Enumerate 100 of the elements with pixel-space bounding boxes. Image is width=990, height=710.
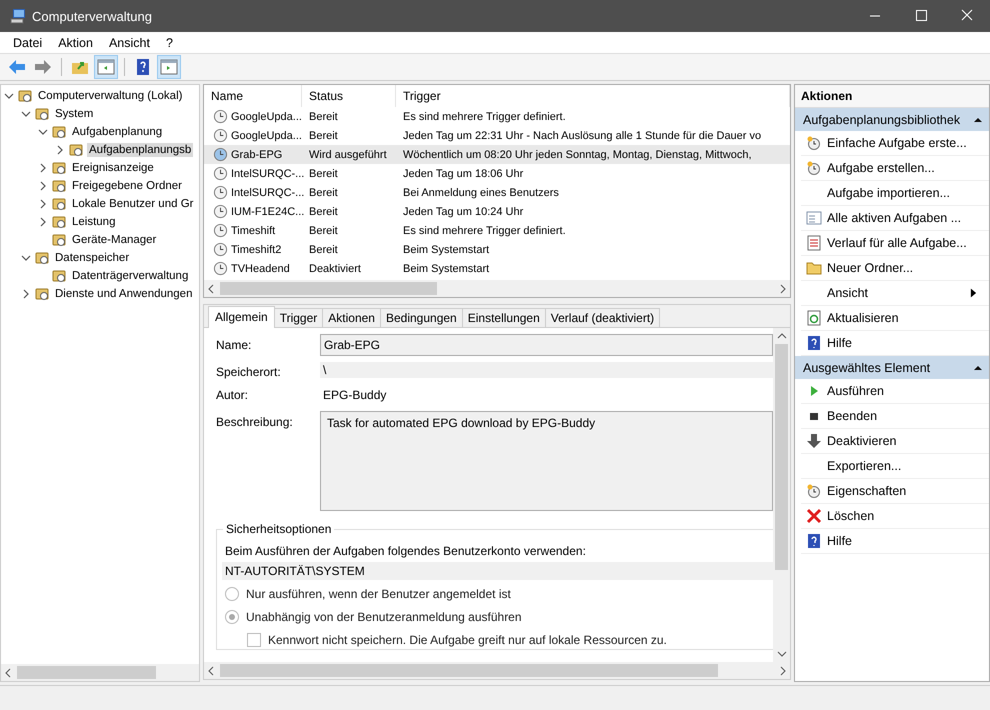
panel-toggle-icon[interactable] xyxy=(158,56,180,78)
panel-toggle-icon[interactable] xyxy=(95,56,117,78)
table-row[interactable]: Timeshift2 Bereit Beim Systemstart xyxy=(204,240,790,259)
clock-icon xyxy=(806,160,822,176)
expand-chevron-icon[interactable] xyxy=(4,91,14,101)
table-row[interactable]: IntelSURQC-... Bereit Jeden Tag um 18:06 Uhr xyxy=(204,164,790,183)
table-cell-text: Jeden Tag um 18:06 Uhr xyxy=(402,168,524,180)
action-link[interactable]: Ausführen xyxy=(827,384,884,398)
task-name: GoogleUpda... xyxy=(231,110,302,122)
expand-chevron-icon[interactable] xyxy=(55,145,65,155)
table-cell-text: Wird ausgeführt xyxy=(308,148,388,160)
tree-item[interactable]: Freigegebene Ordner xyxy=(70,179,184,193)
location-field: \ xyxy=(320,362,773,378)
radio-button[interactable] xyxy=(225,610,239,624)
node-icon xyxy=(17,88,33,104)
tree-item[interactable]: Ereignisanzeige xyxy=(70,161,156,175)
table-row[interactable]: Grab-EPG Wird ausgeführt Wöchentlich um 08:20 Uhr jeden Sonntag, Montag, Dienstag, Mittwoch, xyxy=(204,145,790,164)
table-row[interactable]: GoogleUpda... Bereit Es sind mehrere Trigger definiert. xyxy=(204,107,790,126)
action-link[interactable]: Einfache Aufgabe erste... xyxy=(827,136,967,150)
tree-item[interactable]: Dienste und Anwendungen xyxy=(53,287,194,301)
expand-chevron-icon[interactable] xyxy=(38,199,48,209)
tab[interactable]: Verlauf (deaktiviert) xyxy=(544,308,660,327)
tree-item[interactable]: Datenspeicher xyxy=(53,251,132,265)
node-icon xyxy=(34,106,50,122)
section-header[interactable]: Aufgabenplanungsbibliothek xyxy=(795,108,989,131)
column-header[interactable]: Trigger xyxy=(396,85,790,107)
clock-icon xyxy=(213,185,228,200)
tree-item[interactable]: System xyxy=(53,107,96,121)
action-link[interactable]: Löschen xyxy=(827,509,874,523)
clock-icon xyxy=(213,242,228,257)
table-cell-text: Bei Anmeldung eines Benutzers xyxy=(402,186,560,198)
table-row[interactable]: GoogleUpda... Bereit Jeden Tag um 22:31 Uhr - Nach Auslösung alle 1 Stunde für die Dauer vo xyxy=(204,126,790,145)
task-name: TVHeadend xyxy=(231,262,290,274)
description-field[interactable]: Task for automated EPG download by EPG-Buddy xyxy=(320,411,773,511)
action-link[interactable]: Hilfe xyxy=(827,534,852,548)
vertical-scrollbar[interactable] xyxy=(773,328,790,662)
column-header[interactable]: Name xyxy=(204,85,302,107)
action-link[interactable]: Eigenschaften xyxy=(827,484,906,498)
column-header[interactable]: Status xyxy=(302,85,396,107)
menu-item[interactable]: Aktion xyxy=(50,36,101,50)
action-link[interactable]: Alle aktiven Aufgaben ... xyxy=(827,211,962,225)
action-link[interactable]: Aktualisieren xyxy=(827,311,899,325)
menu-item[interactable]: Ansicht xyxy=(100,36,158,50)
action-link[interactable]: Beenden xyxy=(827,409,878,423)
tab[interactable]: Allgemein xyxy=(208,306,275,328)
expand-chevron-icon[interactable] xyxy=(21,253,31,263)
tab[interactable]: Bedingungen xyxy=(380,308,463,327)
node-icon xyxy=(51,124,67,140)
node-icon xyxy=(51,196,67,212)
tree-item[interactable]: Leistung xyxy=(70,215,118,229)
action-link[interactable]: Verlauf für alle Aufgabe... xyxy=(827,236,967,250)
section-header[interactable]: Ausgewähltes Element xyxy=(795,356,989,379)
table-cell-text: Jeden Tag um 22:31 Uhr - Nach Auslösung alle 1 Stunde für die Dauer vo xyxy=(402,130,762,142)
checkbox[interactable] xyxy=(247,632,261,646)
actions-header: Aktionen xyxy=(795,85,989,108)
group-title: Sicherheitsoptionen xyxy=(223,522,334,536)
action-link[interactable]: Neuer Ordner... xyxy=(827,261,914,275)
help-icon xyxy=(806,335,822,351)
horizontal-scrollbar[interactable] xyxy=(1,664,199,681)
horizontal-scrollbar[interactable] xyxy=(204,280,790,297)
task-name: Timeshift2 xyxy=(231,244,282,256)
tree-item[interactable]: Geräte-Manager xyxy=(70,233,158,247)
table-row[interactable]: Timeshift Bereit Es sind mehrere Trigger definiert. xyxy=(204,221,790,240)
account-label: Beim Ausführen der Aufgaben folgendes Benutzerkonto verwenden: xyxy=(225,544,587,558)
expand-chevron-icon[interactable] xyxy=(38,181,48,191)
tree-item[interactable]: Datenträgerverwaltung xyxy=(70,269,190,283)
task-name: IntelSURQC-... xyxy=(231,186,304,198)
task-name: IntelSURQC-... xyxy=(231,168,304,180)
table-cell-text: Deaktiviert xyxy=(308,262,362,274)
action-link[interactable]: Deaktivieren xyxy=(827,434,896,448)
expand-chevron-icon[interactable] xyxy=(38,217,48,227)
action-link[interactable]: Exportieren... xyxy=(827,459,902,473)
clock-icon xyxy=(213,128,228,143)
tree-item[interactable]: Computerverwaltung (Lokal) xyxy=(36,89,184,103)
tree-item[interactable]: Aufgabenplanungsb xyxy=(87,143,194,157)
table-row[interactable]: TVHeadend Deaktiviert Beim Systemstart xyxy=(204,259,790,278)
expand-chevron-icon[interactable] xyxy=(38,163,48,173)
table-cell-text: Jeden Tag um 10:24 Uhr xyxy=(402,206,524,218)
action-link[interactable]: Ansicht xyxy=(827,286,868,300)
expand-chevron-icon[interactable] xyxy=(21,289,31,299)
table-row[interactable]: IUM-F1E24C... Bereit Jeden Tag um 10:24 Uhr xyxy=(204,202,790,221)
menu-item[interactable]: ? xyxy=(158,36,181,50)
tree-item[interactable]: Aufgabenplanung xyxy=(70,125,164,139)
action-link[interactable]: Aufgabe importieren... xyxy=(827,186,950,200)
clock-icon xyxy=(213,147,228,162)
tab[interactable]: Trigger xyxy=(274,308,324,327)
radio-button[interactable] xyxy=(225,586,239,600)
table-cell-text: Es sind mehrere Trigger definiert. xyxy=(402,110,567,122)
expand-chevron-icon[interactable] xyxy=(21,109,31,119)
refresh-icon xyxy=(806,310,822,326)
expand-chevron-icon[interactable] xyxy=(38,127,48,137)
name-field[interactable]: Grab-EPG xyxy=(320,334,773,356)
table-row[interactable]: IntelSURQC-... Bereit Bei Anmeldung eines Benutzers xyxy=(204,183,790,202)
action-link[interactable]: Aufgabe erstellen... xyxy=(827,161,935,175)
task-name: GoogleUpda... xyxy=(231,130,302,142)
action-link[interactable]: Hilfe xyxy=(827,336,852,350)
tree-item[interactable]: Lokale Benutzer und Gr xyxy=(70,197,196,211)
tab[interactable]: Einstellungen xyxy=(462,308,546,327)
menu-item[interactable]: Datei xyxy=(5,36,50,50)
option-label: Kennwort nicht speichern. Die Aufgabe greift nur auf lokale Ressourcen zu. xyxy=(268,632,667,646)
